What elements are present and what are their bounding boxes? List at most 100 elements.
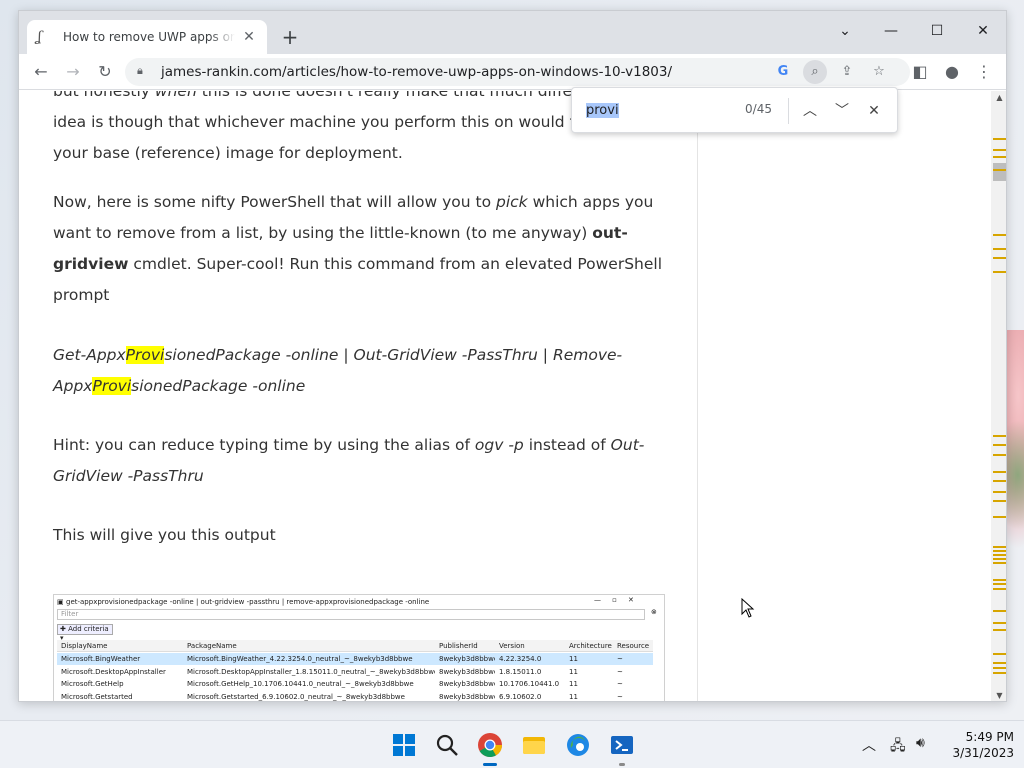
share-icon[interactable]: ⇪ xyxy=(835,60,859,84)
new-tab-button[interactable]: + xyxy=(278,25,302,49)
grid-cell: 8wekyb3d8bbwe xyxy=(439,655,495,663)
tab-strip: ʆ How to remove UWP apps on W ✕ + ⌄ — ☐ … xyxy=(19,11,1006,54)
grid-cell: 6.9.10602.0 xyxy=(499,692,542,701)
article-text: sionedPackage -online xyxy=(131,377,306,395)
grid-cell: Microsoft.GetHelp_10.1706.10441.0_neutra… xyxy=(187,680,414,688)
grid-cell: Microsoft.GetHelp xyxy=(61,680,124,688)
article-text: cmdlet. Super-cool! Run this command fro… xyxy=(128,255,663,273)
find-result-marker xyxy=(993,454,1006,456)
find-close-button[interactable]: ✕ xyxy=(862,99,886,123)
find-input[interactable]: provi xyxy=(586,100,726,122)
system-clock[interactable]: 5:49 PM 3/31/2023 xyxy=(944,729,1014,761)
chrome-active-indicator xyxy=(483,763,497,766)
grid-cell: Microsoft.BingWeather xyxy=(61,655,141,663)
search-icon[interactable] xyxy=(434,732,460,758)
find-result-marker xyxy=(993,156,1006,158)
find-previous-button[interactable]: ︿ xyxy=(798,99,822,123)
embedded-expand-icon: ⊗ xyxy=(651,608,657,616)
article-line: Hint: you can reduce typing time by usin… xyxy=(53,436,644,454)
article-text: sionedPackage -online | Out-GridView -Pa… xyxy=(164,346,623,364)
find-result-marker xyxy=(993,546,1006,548)
chrome-icon[interactable] xyxy=(477,732,503,758)
article-text: out- xyxy=(592,224,628,242)
find-result-marker xyxy=(993,622,1006,624)
article-line: your base (reference) image for deployme… xyxy=(53,144,403,162)
find-result-marker xyxy=(993,149,1006,151)
find-result-marker xyxy=(993,629,1006,631)
find-result-marker xyxy=(993,662,1006,664)
forward-button[interactable]: → xyxy=(59,58,87,86)
profile-avatar-icon[interactable]: ● xyxy=(938,58,966,86)
site-favicon-icon: ʆ xyxy=(37,29,42,45)
grid-row: Microsoft.GetHelp Microsoft.GetHelp_10.17… xyxy=(57,678,653,690)
embedded-screenshot-title: get-appxprovisionedpackage -online | out… xyxy=(66,598,430,606)
vertical-scrollbar[interactable]: ▲ ▼ xyxy=(991,91,1006,701)
grid-cell: Version xyxy=(499,642,525,650)
article-line: want to remove from a list, by using the… xyxy=(53,224,628,242)
find-result-marker xyxy=(993,516,1006,518)
article-text: want to remove from a list, by using the… xyxy=(53,224,593,242)
find-result-marker xyxy=(993,579,1006,581)
page-content: but honestly when this is done doesn't r… xyxy=(19,91,991,701)
article-line: but honestly when this is done doesn't r… xyxy=(53,91,588,100)
grid-cell: Microsoft.DesktopAppInstaller_1.8.15011.… xyxy=(187,667,435,676)
article-line: Get-AppxProvisionedPackage -online | Out… xyxy=(53,346,622,364)
article-text: this is done doesn't really make that mu… xyxy=(196,91,588,100)
grid-cell: PackageName xyxy=(187,642,237,650)
edge-icon[interactable] xyxy=(565,732,591,758)
find-result-marker xyxy=(993,169,1006,171)
url-text[interactable]: james-rankin.com/articles/how-to-remove-… xyxy=(161,64,672,80)
maximize-button[interactable]: ☐ xyxy=(914,17,960,45)
network-icon[interactable]: 🖧︎ xyxy=(890,735,906,759)
embedded-filter-field: Filter xyxy=(57,609,645,620)
find-result-marker xyxy=(993,491,1006,493)
grid-cell: ~ xyxy=(617,655,623,663)
embedded-add-criteria: ✚ Add criteria ▾ xyxy=(57,624,113,642)
taskbar: ︿ 🖧︎ 🔊︎ 5:49 PM 3/31/2023 xyxy=(0,720,1024,768)
close-window-button[interactable]: ✕ xyxy=(960,17,1006,45)
minimize-button[interactable]: — xyxy=(868,17,914,45)
file-explorer-icon[interactable] xyxy=(521,732,547,758)
article-text: your base (reference) image for deployme… xyxy=(53,144,403,162)
scroll-up-arrow[interactable]: ▲ xyxy=(991,91,1006,105)
back-button[interactable]: ← xyxy=(27,58,55,86)
grid-header-row: DisplayName PackageName PublisherId Version… xyxy=(57,640,653,652)
scroll-thumb[interactable] xyxy=(993,163,1006,181)
zoom-find-icon[interactable]: ⌕ xyxy=(803,60,827,84)
embedded-window-controls: — ▫ ✕ xyxy=(594,596,634,604)
tab-close-icon[interactable]: ✕ xyxy=(241,29,257,45)
grid-cell: 11 xyxy=(569,680,578,688)
browser-tab[interactable]: ʆ How to remove UWP apps on W ✕ xyxy=(27,20,267,54)
reload-button[interactable]: ↻ xyxy=(91,58,119,86)
scroll-down-arrow[interactable]: ▼ xyxy=(991,689,1006,701)
search-highlight: Provi xyxy=(92,377,132,395)
side-panel-icon[interactable]: ◧ xyxy=(906,58,934,86)
grid-cell: ~ xyxy=(617,667,623,676)
address-bar[interactable]: 🔒︎ james-rankin.com/articles/how-to-remo… xyxy=(125,58,910,86)
find-next-button[interactable]: ﹀ xyxy=(830,99,854,123)
grid-cell: DisplayName xyxy=(61,642,108,650)
grid-row: Microsoft.DesktopAppInstaller Microsoft.D… xyxy=(57,666,653,678)
find-result-marker xyxy=(993,444,1006,446)
volume-icon[interactable]: 🔊︎ xyxy=(916,735,925,751)
tab-search-button[interactable]: ⌄ xyxy=(822,17,868,45)
powershell-taskbar-icon[interactable] xyxy=(609,732,635,758)
powershell-icon: ▣ xyxy=(57,598,64,606)
menu-kebab-icon[interactable]: ⋮ xyxy=(970,58,998,86)
grid-cell: Microsoft.DesktopAppInstaller xyxy=(61,667,166,676)
find-result-marker xyxy=(993,234,1006,236)
article-text: GridView -PassThru xyxy=(53,467,204,485)
google-translate-icon[interactable]: G xyxy=(771,60,795,84)
find-result-marker xyxy=(993,471,1006,473)
lock-icon[interactable]: 🔒︎ xyxy=(137,64,151,80)
show-hidden-icons-chevron-icon[interactable]: ︿ xyxy=(862,735,876,755)
bookmark-star-icon[interactable]: ☆ xyxy=(867,60,891,84)
find-result-marker xyxy=(993,138,1006,140)
grid-cell: ResourceId xyxy=(617,642,649,650)
find-result-marker xyxy=(993,558,1006,560)
article-line: GridView -PassThru xyxy=(53,467,204,485)
article-text: instead of xyxy=(523,436,611,454)
find-result-marker xyxy=(993,610,1006,612)
windows-start-icon[interactable] xyxy=(391,732,417,758)
wallpaper-accent-leaf xyxy=(1006,420,1024,530)
